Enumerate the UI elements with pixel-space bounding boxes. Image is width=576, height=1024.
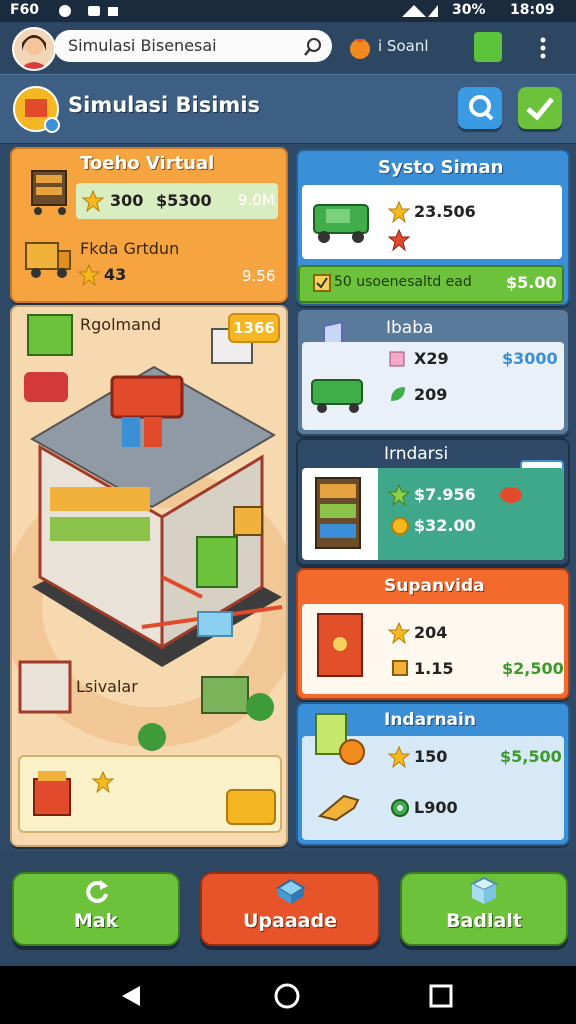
search-icon[interactable]: [302, 36, 324, 58]
status-bar: F60 30% 18:09: [0, 0, 576, 22]
mak-button[interactable]: Mak: [12, 872, 180, 946]
system-card-value: 23.506: [414, 202, 476, 221]
blue-crate-icon: [276, 878, 306, 904]
search-row: Simulasi Bisenesai i Soanl: [0, 22, 576, 72]
badlalt-button[interactable]: Badlalt: [400, 872, 568, 946]
checkbox-icon: [313, 274, 331, 292]
irndarsi-card[interactable]: Irndarsi $7.956 $32.00: [296, 438, 570, 566]
game-logo-icon: [13, 86, 60, 133]
irndarsi-value1: $7.956: [414, 485, 476, 504]
mak-label: Mak: [73, 910, 119, 932]
price-button[interactable]: [226, 789, 276, 825]
vending-machine-icon: [33, 771, 71, 816]
upgrade-label: Upaaade: [243, 910, 337, 932]
supanvida-card[interactable]: Supanvida 204 1.15 $2,500: [296, 568, 570, 700]
checkmark-icon: [526, 97, 554, 121]
clock: 18:09: [510, 2, 555, 18]
green-truck-icon: [311, 379, 363, 413]
star-icon: [92, 771, 114, 793]
search-action-label[interactable]: i Soanl: [378, 37, 429, 55]
coin-icon: [391, 517, 409, 535]
star-icon: [388, 484, 410, 506]
refresh-icon: [86, 880, 108, 903]
indarnain-card-title: Indarnain: [384, 710, 476, 730]
star-icon: [78, 264, 100, 286]
system-card[interactable]: Systo Siman 23.506 50 usoenesaltd ead $5…: [296, 149, 570, 306]
shop-bag-icon[interactable]: [474, 32, 502, 62]
indarnain-card[interactable]: Indarnain 150 $5,500 L900: [296, 702, 570, 846]
page-title: Simulasi Bisimis: [68, 93, 261, 117]
red-star-icon: [388, 229, 410, 251]
system-card-title: Systo Siman: [378, 157, 504, 178]
star-icon: [82, 190, 104, 212]
ibaba-value1: X29: [414, 349, 449, 368]
status-left-text: F60: [10, 2, 40, 18]
shop-row2-label: Fkda Grtdun: [80, 239, 180, 258]
star-icon: [388, 746, 410, 768]
search-placeholder: Simulasi Bisenesai: [68, 36, 217, 55]
orange-machine-icon: [317, 613, 363, 677]
system-card-footer-label: 50 usoenesaltd ead: [334, 274, 472, 290]
city-map[interactable]: Rgolmand 1366 Lsivalar: [10, 305, 288, 847]
leaf-icon: [391, 387, 405, 401]
system-card-buy-button[interactable]: 50 usoenesaltd ead $5.00: [298, 265, 564, 303]
ibaba-card-title: Ibaba: [386, 318, 434, 338]
shelf-icon: [315, 477, 361, 549]
ibaba-price1: $3000: [502, 349, 558, 368]
shop-row2-right: 9.56: [242, 267, 276, 285]
pink-box-icon: [389, 351, 405, 367]
parcel-icon: [315, 713, 365, 765]
android-nav-bar: [0, 966, 576, 1024]
shop-row2-value: 43: [104, 265, 127, 284]
more-menu-icon[interactable]: [538, 36, 548, 60]
map-top-label: Rgolmand: [80, 315, 162, 334]
ibaba-value2: 209: [414, 385, 448, 404]
upgrade-button[interactable]: Upaaade: [200, 872, 380, 946]
map-top-badge[interactable]: 1366: [228, 313, 280, 343]
signal-icon: [402, 5, 438, 17]
irndarsi-card-title: Irndarsi: [384, 444, 449, 464]
title-bar: Simulasi Bisimis: [0, 74, 576, 144]
supanvida-value2: 1.15: [414, 659, 454, 678]
supanvida-value1: 204: [414, 623, 448, 642]
indarnain-price: $5,500: [500, 747, 562, 766]
recents-icon[interactable]: [428, 984, 454, 1008]
magnifier-icon: [469, 95, 494, 121]
status-icons: [59, 5, 118, 17]
star-icon: [388, 622, 410, 644]
supanvida-card-title: Supanvida: [384, 576, 485, 596]
supanvida-price: $2,500: [502, 659, 564, 678]
home-icon[interactable]: [272, 982, 302, 1010]
green-truck-icon: [313, 204, 369, 243]
system-card-footer-price: $5.00: [506, 273, 557, 292]
shop-card[interactable]: Toeho Virtual 300 $5300 9.0M Fkda Grtdun…: [10, 147, 288, 303]
shop-value: 300: [110, 191, 144, 210]
coin-bag-icon[interactable]: [346, 33, 374, 61]
red-tag-icon: [500, 487, 522, 503]
search-input[interactable]: Simulasi Bisenesai: [54, 30, 332, 62]
map-bottom-card[interactable]: [18, 755, 282, 833]
wrench-icon: [317, 794, 360, 822]
star-icon: [388, 201, 410, 223]
battery-text: 30%: [452, 2, 486, 18]
shopping-cart-icon: [31, 170, 67, 215]
avatar[interactable]: [12, 27, 56, 71]
confirm-button[interactable]: [518, 87, 562, 129]
shop-price: $5300: [156, 191, 212, 210]
delivery-truck-icon: [25, 242, 71, 278]
green-ring-icon: [391, 799, 409, 817]
shop-card-title: Toeho Virtual: [80, 153, 215, 174]
map-top-badge-text: 1366: [233, 319, 275, 337]
badlalt-label: Badlalt: [446, 910, 522, 932]
indarnain-value2: L900: [414, 798, 458, 817]
back-icon[interactable]: [118, 984, 144, 1008]
map-bottom-label: Lsivalar: [76, 677, 138, 696]
search-button[interactable]: [458, 87, 502, 129]
ibaba-card[interactable]: Ibaba X29 $3000 209: [296, 308, 570, 436]
ice-cube-icon: [469, 876, 499, 904]
shop-badge: 9.0M: [238, 191, 275, 209]
indarnain-value1: 150: [414, 747, 448, 766]
gold-cube-icon: [392, 660, 408, 676]
irndarsi-value2: $32.00: [414, 516, 476, 535]
